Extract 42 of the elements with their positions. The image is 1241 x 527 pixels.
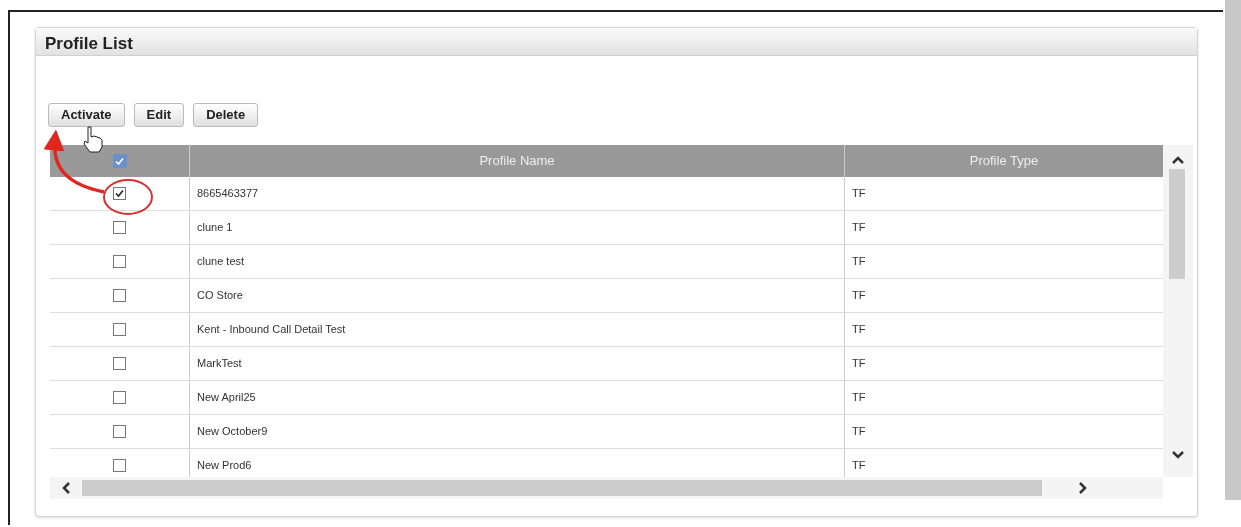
hand-cursor-icon <box>83 126 103 153</box>
table-cell: TF <box>852 459 866 471</box>
row-checkbox[interactable] <box>113 357 126 370</box>
table-cell: clune test <box>197 255 245 267</box>
row-checkbox[interactable] <box>113 323 126 336</box>
scrollbar-thumb[interactable] <box>1169 169 1185 279</box>
table-cell: TF <box>852 391 866 403</box>
vertical-scrollbar[interactable] <box>1163 145 1193 477</box>
table-cell: New April25 <box>197 391 256 403</box>
row-checkbox[interactable] <box>113 289 126 302</box>
panel-title: Profile List <box>36 28 1197 56</box>
table-cell: TF <box>852 289 866 301</box>
table-cell: TF <box>852 323 866 335</box>
horizontal-scrollbar[interactable] <box>50 477 1163 499</box>
table-cell: TF <box>852 187 866 199</box>
row-checkbox[interactable] <box>113 391 126 404</box>
table-cell: New Prod6 <box>197 459 252 471</box>
table-cell: New October9 <box>197 425 268 437</box>
toolbar-button[interactable]: Edit <box>133 103 185 127</box>
scroll-up-icon[interactable] <box>1171 155 1185 165</box>
select-all-checkbox[interactable] <box>112 154 127 168</box>
row-checkbox[interactable] <box>113 425 126 438</box>
page-scrollbar[interactable] <box>1225 0 1241 500</box>
scroll-down-icon[interactable] <box>1171 450 1185 460</box>
row-checkbox[interactable] <box>113 221 126 234</box>
table-cell: TF <box>852 221 866 233</box>
table-cell: Kent - Inbound Call Detail Test <box>197 323 346 335</box>
row-checkbox[interactable] <box>113 459 126 472</box>
table-cell: TF <box>852 255 866 267</box>
table-cell: MarkTest <box>197 357 242 369</box>
row-checkbox[interactable] <box>113 187 126 200</box>
row-checkbox[interactable] <box>113 255 126 268</box>
annotation-arrow <box>44 129 105 194</box>
table-cell: CO Store <box>197 289 243 301</box>
table-cell: 8665463377 <box>197 187 259 199</box>
scrollbar-thumb[interactable] <box>82 480 1042 496</box>
toolbar-button[interactable]: Activate <box>48 103 125 127</box>
table-cell: TF <box>852 357 866 369</box>
table-cell: clune 1 <box>197 221 233 233</box>
toolbar-button[interactable]: Delete <box>193 103 259 127</box>
table-cell: TF <box>852 425 866 437</box>
annotation-circle <box>103 179 153 215</box>
